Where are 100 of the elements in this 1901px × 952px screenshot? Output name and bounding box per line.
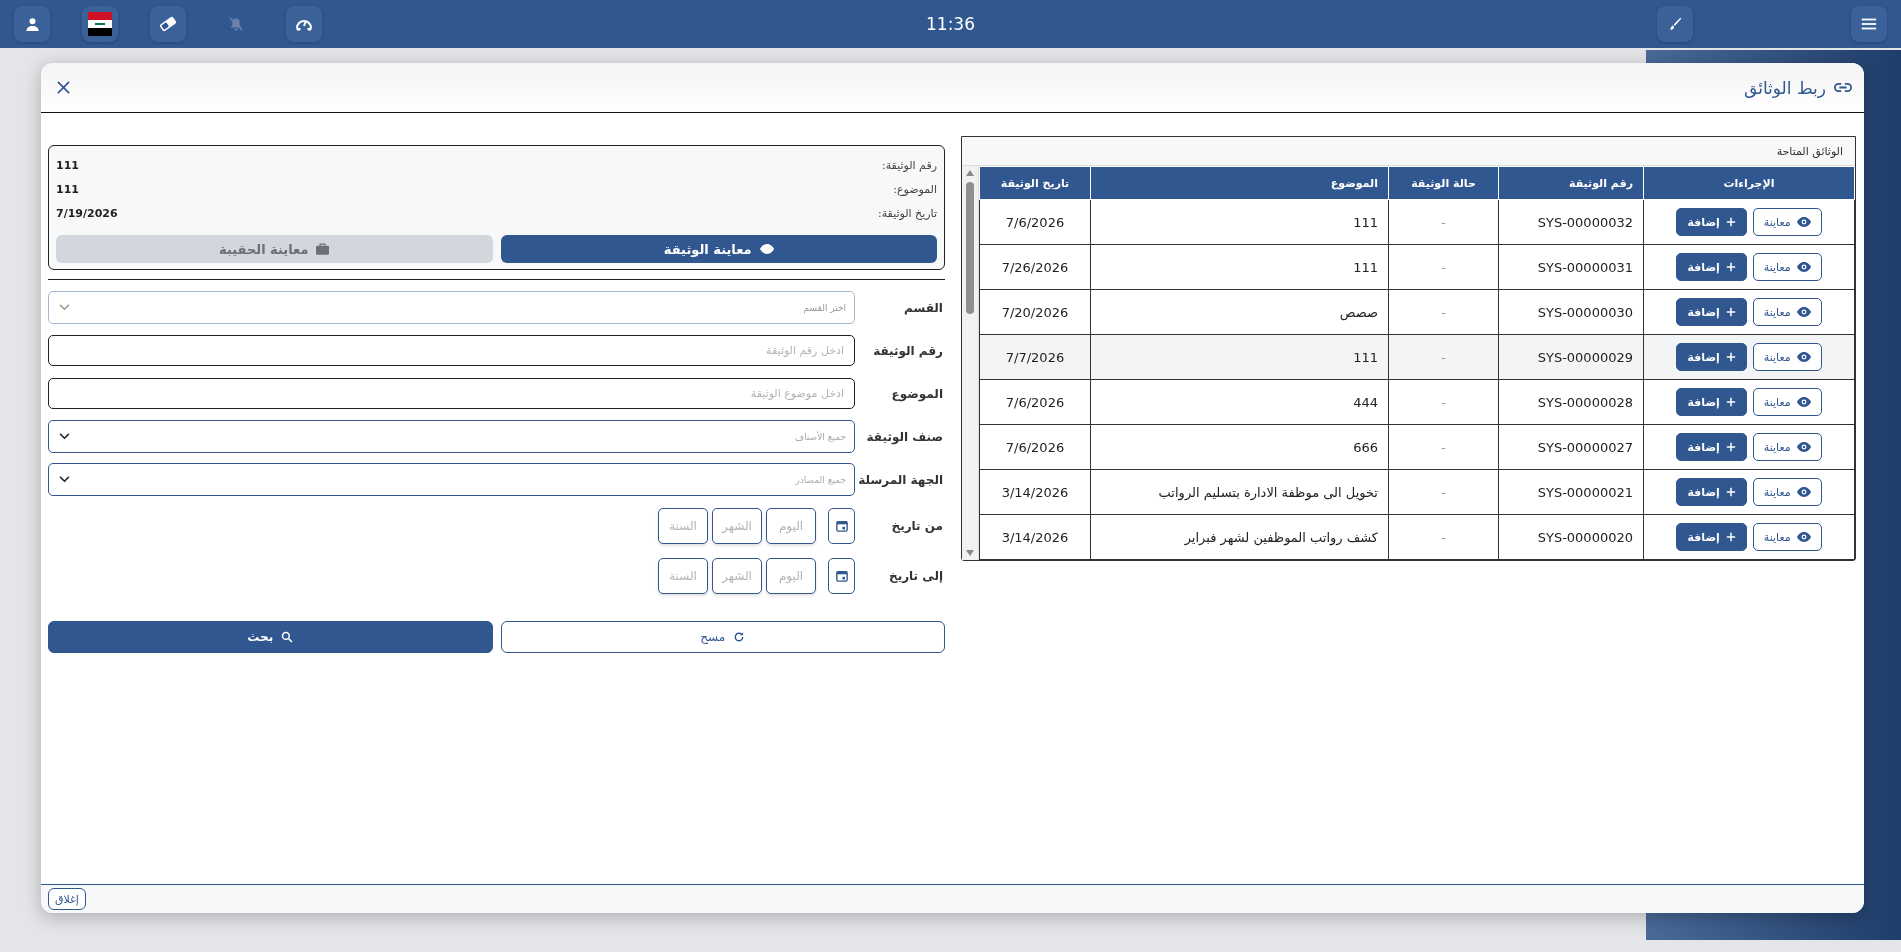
add-button[interactable]: إضافة bbox=[1676, 343, 1747, 371]
preview-button[interactable]: معاينة bbox=[1752, 298, 1822, 326]
eye-icon bbox=[1796, 532, 1811, 542]
table-cell: 111 bbox=[1090, 244, 1389, 290]
table-cell: - bbox=[1388, 469, 1499, 515]
document-preview-button[interactable]: معاينة الوثيقة bbox=[500, 235, 937, 263]
table-cell: - bbox=[1388, 244, 1499, 290]
column-header: رقم الوثيقة bbox=[1498, 166, 1644, 200]
table-cell: SYS-00000021 bbox=[1498, 469, 1644, 515]
field-label: رقم الوثيقة: bbox=[881, 158, 937, 172]
column-header: الإجراءات bbox=[1643, 166, 1855, 200]
table-cell: SYS-00000029 bbox=[1498, 334, 1644, 380]
table-cell: 666 bbox=[1090, 424, 1389, 470]
date-part-field[interactable]: السنة bbox=[658, 508, 708, 544]
calendar-button[interactable] bbox=[828, 508, 855, 544]
calendar-button[interactable] bbox=[828, 558, 855, 594]
eye-icon bbox=[1796, 307, 1811, 317]
toolbar-button[interactable] bbox=[14, 6, 50, 42]
clear-button[interactable]: مسح bbox=[500, 621, 945, 653]
search-button[interactable]: بحث bbox=[48, 621, 493, 653]
input-field[interactable]: ادخل رقم الوثيقة bbox=[48, 335, 855, 366]
plus-icon bbox=[1725, 442, 1736, 452]
calendar-icon bbox=[835, 520, 848, 532]
add-button[interactable]: إضافة bbox=[1676, 478, 1747, 506]
add-button[interactable]: إضافة bbox=[1676, 298, 1747, 326]
scrollbar[interactable] bbox=[962, 166, 979, 560]
table-cell: 111 bbox=[1090, 334, 1389, 380]
link-icon bbox=[1834, 82, 1852, 93]
eye-icon bbox=[759, 244, 774, 254]
flag-icon bbox=[88, 12, 112, 36]
plus-icon bbox=[1725, 217, 1736, 227]
table-cell: 444 bbox=[1090, 379, 1389, 425]
table-cell: - bbox=[1388, 379, 1499, 425]
toolbar-button[interactable] bbox=[286, 6, 322, 42]
date-part-field[interactable]: السنة bbox=[658, 558, 708, 594]
field-value: 111 bbox=[56, 182, 79, 196]
field-label: رقم الوثيقة bbox=[872, 343, 944, 358]
plus-icon bbox=[1725, 307, 1736, 317]
eye-icon bbox=[1796, 262, 1811, 272]
table-cell: SYS-00000031 bbox=[1498, 244, 1644, 290]
plus-icon bbox=[1725, 532, 1736, 542]
toolbar-button[interactable] bbox=[1851, 6, 1887, 42]
eye-icon bbox=[1796, 487, 1811, 497]
column-header: حالة الوثيقة bbox=[1388, 166, 1499, 200]
refresh-icon bbox=[733, 631, 746, 643]
toolbar-button[interactable] bbox=[82, 6, 118, 42]
preview-button[interactable]: معاينة bbox=[1752, 388, 1822, 416]
table-cell: SYS-00000032 bbox=[1498, 199, 1644, 245]
table-cell: - bbox=[1388, 289, 1499, 335]
table-cell: SYS-00000028 bbox=[1498, 379, 1644, 425]
eye-icon bbox=[1796, 352, 1811, 362]
preview-button[interactable]: معاينة bbox=[1752, 478, 1822, 506]
add-button[interactable]: إضافة bbox=[1676, 253, 1747, 281]
date-part-field[interactable]: اليوم bbox=[766, 558, 816, 594]
table-cell: - bbox=[1388, 514, 1499, 560]
field-label: من تاريخ bbox=[890, 519, 944, 533]
date-part-field[interactable]: اليوم bbox=[766, 508, 816, 544]
close-button[interactable]: إغلاق bbox=[48, 888, 86, 910]
add-button[interactable]: إضافة bbox=[1676, 208, 1747, 236]
calendar-icon bbox=[835, 570, 848, 582]
column-header: تاريخ الوثيقة bbox=[979, 166, 1091, 200]
plus-icon bbox=[1725, 262, 1736, 272]
bell-slash-icon bbox=[227, 15, 245, 33]
dialog-title: ربط الوثائق bbox=[1744, 77, 1826, 98]
table-cell: تخويل الى موظفة الادارة بتسليم الرواتب bbox=[1090, 469, 1389, 515]
field-label: الجهة المرسلة bbox=[857, 472, 944, 487]
close-button[interactable] bbox=[55, 79, 72, 96]
chevron-down-icon bbox=[59, 476, 70, 483]
preview-button[interactable]: معاينة bbox=[1752, 433, 1822, 461]
toolbar-button[interactable] bbox=[150, 6, 186, 42]
field-label: القسم bbox=[903, 300, 944, 315]
eye-icon bbox=[1796, 217, 1811, 227]
add-button[interactable]: إضافة bbox=[1676, 388, 1747, 416]
user-icon bbox=[24, 16, 40, 32]
date-part-field[interactable]: الشهر bbox=[712, 558, 762, 594]
table-cell: SYS-00000030 bbox=[1498, 289, 1644, 335]
plus-icon bbox=[1725, 487, 1736, 497]
preview-button[interactable]: معاينة bbox=[1752, 253, 1822, 281]
eye-icon bbox=[1796, 397, 1811, 407]
field-label: تاريخ الوثيقة: bbox=[877, 206, 937, 220]
clock-time: 11:36 bbox=[926, 14, 975, 34]
add-button[interactable]: إضافة bbox=[1676, 523, 1747, 551]
preview-button[interactable]: معاينة bbox=[1752, 208, 1822, 236]
chevron-down-icon bbox=[59, 433, 70, 440]
field-label: الموضوع: bbox=[893, 182, 937, 196]
date-part-field[interactable]: الشهر bbox=[712, 508, 762, 544]
add-button[interactable]: إضافة bbox=[1676, 433, 1747, 461]
field-label: إلى تاريخ bbox=[888, 569, 944, 583]
table-cell: - bbox=[1388, 334, 1499, 380]
table-cell: صصص bbox=[1090, 289, 1389, 335]
column-header: الموضوع bbox=[1090, 166, 1389, 200]
table-cell: كشف رواتب الموظفين لشهر فبراير bbox=[1090, 514, 1389, 560]
preview-button[interactable]: معاينة bbox=[1752, 523, 1822, 551]
field-label: صنف الوثيقة bbox=[865, 429, 944, 444]
field-label: الموضوع bbox=[890, 386, 944, 401]
field-value: 111 bbox=[56, 158, 79, 172]
close-icon bbox=[57, 81, 70, 94]
chevron-down-icon bbox=[59, 304, 70, 311]
input-field[interactable]: ادخل موضوع الوثيقة bbox=[48, 378, 855, 409]
preview-button[interactable]: معاينة bbox=[1752, 343, 1822, 371]
